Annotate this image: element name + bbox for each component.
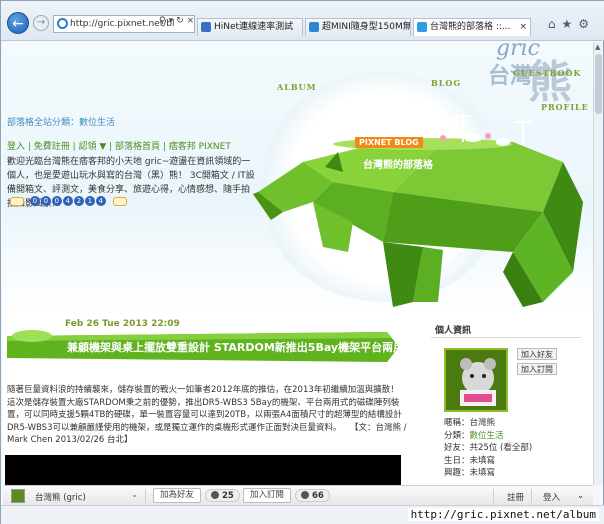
settings-gear-icon[interactable]: ⚙ — [578, 17, 595, 31]
status-url: http://gric.pixnet.net/album — [407, 508, 599, 521]
address-tools[interactable]: ⚲▾↻× — [159, 16, 197, 26]
page-viewport: 熊 gric 台灣 ALBUM BLOG GUESTBOOK PROFILE P… — [3, 42, 593, 485]
tab-label: 台灣熊的部落格 ::... — [430, 22, 511, 32]
dropdown-icon[interactable]: ▾ — [169, 16, 177, 26]
nav-links[interactable]: 登入 | 免費註冊 | 認領 ▼ | 部落格首頁 | 痞客邦 PIXNET — [7, 139, 231, 152]
chevron-down-icon[interactable]: ⌄ — [131, 490, 138, 500]
window-icons: ⌂★⚙ — [548, 17, 595, 31]
person-icon — [301, 491, 309, 499]
profile-row: 興趣：未填寫 — [444, 468, 496, 478]
chevron-down-icon[interactable]: ⌄ — [577, 491, 584, 501]
post-image — [5, 455, 401, 485]
chat-bubble-icon — [112, 196, 127, 206]
tab-favicon-icon — [201, 22, 211, 32]
tab-blog[interactable]: 台灣熊的部落格 ::... × — [413, 18, 531, 36]
post-body: 隨著巨量資料浪的持續襲來，儲存裝置的戰火一如筆者2012年底的推估，在2013年… — [7, 385, 407, 445]
subscribe-button[interactable]: 加入訂閱 — [243, 488, 292, 503]
counter-digit: 0 — [29, 196, 40, 206]
counter-digit: 0 — [40, 196, 51, 206]
divider — [145, 489, 146, 503]
profile-row: 暱稱：台灣熊 — [444, 418, 496, 428]
blog-title[interactable]: 台灣熊的部落格 — [363, 156, 433, 171]
tab-favicon-icon — [309, 22, 319, 32]
ie-icon — [57, 18, 68, 29]
avatar[interactable] — [11, 489, 25, 503]
bear-avatar-icon — [446, 350, 506, 410]
refresh-icon[interactable]: ↻ — [176, 16, 187, 26]
register-link[interactable]: 註冊 — [507, 491, 524, 503]
tab-mini-router[interactable]: 超MINI隨身型150M無... — [305, 18, 411, 36]
post-date: Feb 26 Tue 2013 22:09 — [65, 319, 180, 329]
pixnet-blog-tag: PIXNET BLOG — [355, 137, 423, 148]
menu-blog[interactable]: BLOG — [431, 78, 461, 88]
vertical-scrollbar[interactable]: ▲ — [593, 42, 603, 485]
subscribe-count-badge: 66 — [295, 489, 330, 502]
back-button[interactable]: ← — [7, 12, 29, 34]
counter-digit: 1 — [84, 196, 95, 206]
tab-label: 超MINI隨身型150M無... — [322, 22, 411, 32]
scroll-up-icon[interactable]: ▲ — [595, 43, 600, 51]
friend-count-badge: 25 — [205, 489, 240, 502]
menu-guestbook[interactable]: GUESTBOOK — [513, 68, 581, 78]
forward-button[interactable]: → — [33, 15, 49, 31]
person-icon — [211, 491, 219, 499]
add-friend-button[interactable]: 加為好友 — [153, 488, 202, 503]
tab-favicon-icon — [417, 22, 427, 32]
tab-hinet[interactable]: HiNet連線速率測試 — [197, 18, 303, 36]
counter-digit: 0 — [51, 196, 62, 206]
login-link[interactable]: 登入 — [543, 491, 560, 503]
pixnet-bottom-bar: 台灣熊 (gric) ⌄ 加為好友 25 加入訂閱 66 註冊 登入 ⌄ — [3, 485, 593, 505]
origami-bear-illustration — [253, 114, 583, 307]
user-name[interactable]: 台灣熊 (gric) — [35, 491, 86, 503]
post-title[interactable]: 兼顧機架與桌上擺放雙重設計 STARDOM新推出5Bay機架平台兩用式磁碟陣列 — [67, 339, 459, 355]
profile-info: 暱稱：台灣熊 分類：數位生活 好友：共25位 (看全部) 生日：未填寫 興趣：未… — [444, 417, 532, 480]
tab-close-icon[interactable]: × — [519, 19, 527, 35]
close-icon[interactable]: × — [187, 16, 198, 26]
counter-digit: 4 — [95, 196, 106, 206]
chat-bubble-icon — [10, 196, 24, 206]
home-icon[interactable]: ⌂ — [548, 17, 562, 31]
profile-row: 分類：數位生活 — [444, 430, 504, 441]
visitor-counter: 0004214 — [7, 196, 130, 207]
avatar[interactable] — [444, 348, 508, 412]
browser-window: ← → http://gric.pixnet.net/bl ⚲▾↻× HiNet… — [0, 0, 604, 524]
menu-album[interactable]: ALBUM — [277, 82, 316, 92]
favorites-star-icon[interactable]: ★ — [561, 17, 578, 31]
counter-digit: 4 — [62, 196, 73, 206]
browser-toolbar: ← → http://gric.pixnet.net/bl ⚲▾↻× HiNet… — [1, 1, 604, 41]
search-icon[interactable]: ⚲ — [159, 16, 169, 26]
profile-row: 生日：未填寫 — [444, 455, 496, 466]
counter-digit: 2 — [73, 196, 84, 206]
status-bar: http://gric.pixnet.net/album — [1, 505, 604, 524]
add-friend-button[interactable]: 加入好友 — [517, 348, 557, 360]
profile-heading: 個人資訊 — [435, 326, 472, 336]
divider — [531, 489, 532, 503]
divider — [431, 337, 581, 338]
tab-label: HiNet連線速率測試 — [214, 22, 294, 32]
profile-row: 好友：共25位 (看全部) — [444, 443, 533, 453]
scrollbar-thumb[interactable] — [595, 54, 602, 114]
add-subscribe-button[interactable]: 加入訂閱 — [517, 363, 557, 375]
category-line[interactable]: 部落格全站分類：數位生活 — [7, 115, 115, 128]
divider — [493, 489, 494, 503]
